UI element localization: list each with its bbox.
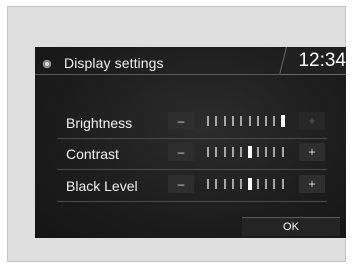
setting-label: Brightness: [66, 115, 133, 131]
slider-thumb: [247, 178, 252, 190]
slider-tick: [215, 147, 218, 157]
slider-thumb: [280, 115, 285, 127]
page-title: Display settings: [64, 55, 164, 71]
setting-row-brightness: Brightness – +: [57, 108, 327, 139]
setting-label: Black Level: [66, 178, 138, 194]
setting-row-black-level: Black Level – +: [57, 171, 327, 202]
slider-tick: [248, 116, 251, 126]
contrast-decrease-button[interactable]: –: [168, 143, 194, 161]
slider-tick: [223, 116, 226, 126]
display-icon: [42, 59, 52, 69]
header-divider: [35, 74, 281, 75]
brightness-decrease-button[interactable]: –: [168, 112, 194, 130]
slider-tick: [231, 147, 234, 157]
setting-row-contrast: Contrast – +: [57, 139, 327, 170]
slider-tick: [256, 147, 259, 157]
slider-tick: [281, 179, 284, 189]
black-level-increase-button[interactable]: +: [299, 175, 325, 193]
black-level-decrease-button[interactable]: –: [168, 175, 194, 193]
slider-tick: [240, 116, 243, 126]
slider-tick: [215, 179, 218, 189]
slider-tick: [207, 116, 209, 126]
contrast-increase-button[interactable]: +: [299, 143, 325, 161]
slider-tick: [231, 116, 234, 126]
clock-display: 12:34: [298, 50, 346, 71]
row-divider: [57, 201, 327, 202]
slider-tick: [223, 179, 226, 189]
contrast-slider[interactable]: [207, 146, 292, 158]
slider-tick: [265, 179, 268, 189]
slider-tick: [215, 116, 218, 126]
header-bar: Display settings 12:34: [35, 47, 346, 81]
slider-tick: [256, 116, 259, 126]
brightness-slider[interactable]: [207, 115, 292, 127]
figure-frame: Display settings 12:34 Brightness – + Co…: [7, 6, 346, 262]
ok-button[interactable]: OK: [242, 217, 340, 236]
brightness-increase-button[interactable]: +: [299, 112, 325, 130]
setting-label: Contrast: [66, 146, 119, 162]
slider-tick: [240, 147, 243, 157]
slider-tick: [231, 179, 234, 189]
black-level-slider[interactable]: [207, 178, 292, 190]
slider-tick: [265, 116, 268, 126]
slider-tick: [273, 179, 276, 189]
slider-tick: [281, 147, 284, 157]
slider-tick: [207, 179, 209, 189]
display-screen: Display settings 12:34 Brightness – + Co…: [35, 47, 346, 238]
row-divider: [57, 169, 327, 170]
slider-tick: [223, 147, 226, 157]
slider-tick: [256, 179, 259, 189]
slider-thumb: [247, 146, 252, 158]
slider-tick: [240, 179, 243, 189]
slider-tick: [207, 147, 209, 157]
slider-tick: [273, 147, 276, 157]
slider-tick: [265, 147, 268, 157]
slider-tick: [273, 116, 276, 126]
